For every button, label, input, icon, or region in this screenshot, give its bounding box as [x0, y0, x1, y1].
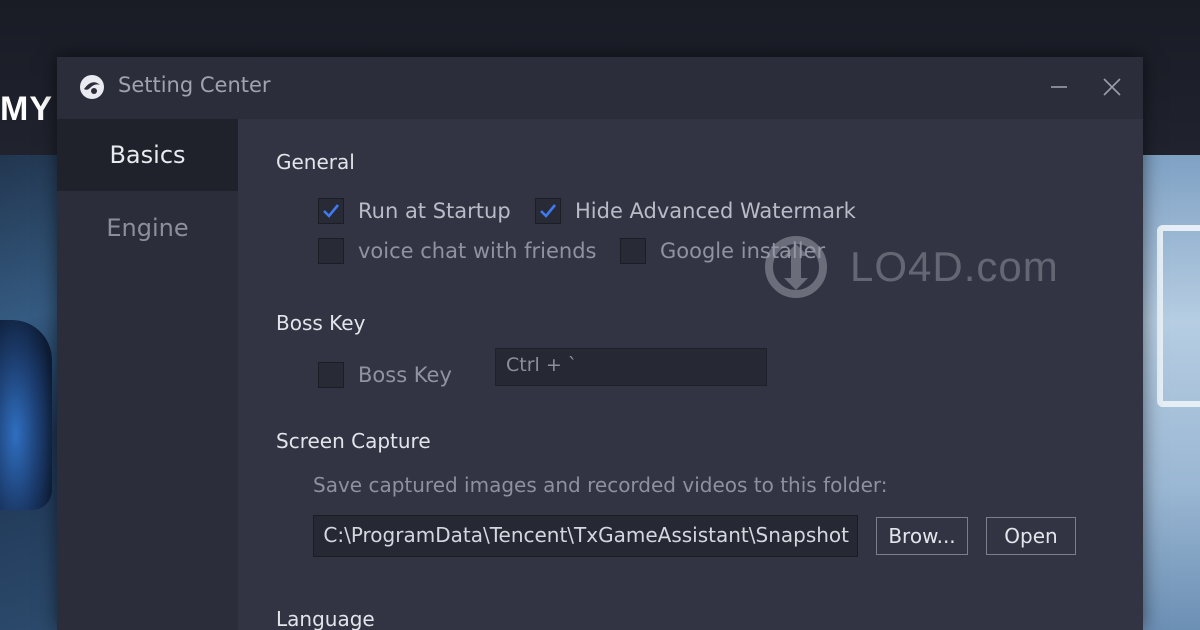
section-title-boss-key: Boss Key — [276, 311, 366, 335]
settings-content: General Run at Startup Hide Advanced Wat… — [238, 119, 1143, 630]
boss-key-checkbox[interactable]: Boss Key — [318, 362, 452, 388]
game-character-art — [0, 320, 52, 510]
window-title: Setting Center — [118, 73, 271, 97]
checkmark-icon — [540, 204, 557, 218]
open-button[interactable]: Open — [986, 517, 1076, 555]
checkbox-label: voice chat with friends — [358, 239, 597, 263]
sidebar-item-basics[interactable]: Basics — [57, 119, 238, 191]
voice-chat-checkbox[interactable]: voice chat with friends — [318, 238, 596, 264]
browse-button[interactable]: Brow... — [876, 517, 968, 555]
minimize-icon — [1051, 86, 1067, 88]
capture-folder-path-input[interactable]: C:\ProgramData\Tencent\TxGameAssistant\S… — [313, 515, 858, 557]
app-logo-icon — [80, 75, 104, 99]
run-at-startup-checkbox[interactable]: Run at Startup — [318, 198, 511, 224]
section-title-general: General — [276, 150, 355, 174]
boss-key-shortcut-field[interactable]: Ctrl + ` — [495, 348, 767, 386]
checkbox-label: Boss Key — [358, 363, 452, 387]
background-game-art-right — [1143, 155, 1200, 630]
game-art-shape — [1157, 225, 1200, 407]
checkbox-label: Hide Advanced Watermark — [575, 199, 856, 223]
background-app-title: MY — [0, 90, 53, 128]
setting-center-window: Setting Center Basics Engine General Run… — [57, 57, 1143, 630]
checkbox-box — [318, 362, 344, 388]
checkbox-box — [535, 198, 561, 224]
checkmark-icon — [323, 204, 340, 218]
close-icon — [1103, 78, 1121, 96]
section-title-screen-capture: Screen Capture — [276, 429, 431, 453]
checkbox-box — [620, 238, 646, 264]
sidebar-item-engine[interactable]: Engine — [57, 192, 238, 264]
lo4d-watermark: LO4D.com — [754, 236, 1059, 298]
background-game-art-left — [0, 155, 57, 630]
checkbox-label: Run at Startup — [358, 199, 511, 223]
settings-sidebar: Basics Engine — [57, 119, 239, 630]
capture-folder-description: Save captured images and recorded videos… — [313, 473, 888, 497]
hide-advanced-watermark-checkbox[interactable]: Hide Advanced Watermark — [535, 198, 856, 224]
title-bar[interactable]: Setting Center — [57, 57, 1143, 119]
section-title-language: Language — [276, 607, 375, 630]
minimize-button[interactable] — [1042, 71, 1076, 103]
checkbox-box — [318, 238, 344, 264]
close-button[interactable] — [1095, 71, 1129, 103]
lo4d-logo-icon — [765, 236, 827, 298]
checkbox-box — [318, 198, 344, 224]
watermark-text: LO4D.com — [850, 243, 1059, 290]
